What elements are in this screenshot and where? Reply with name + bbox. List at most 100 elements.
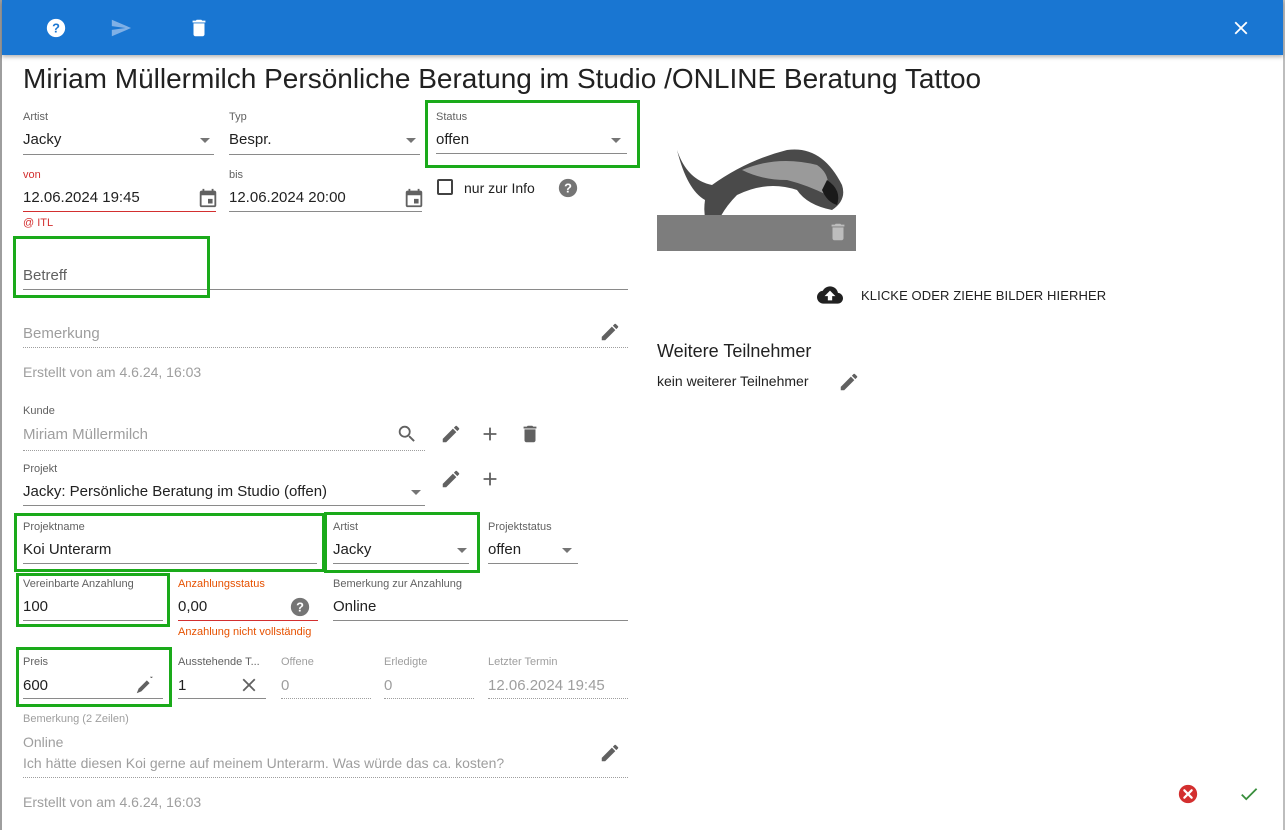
erledigte-value: 0 bbox=[384, 677, 393, 694]
check-icon bbox=[1241, 788, 1258, 801]
help-icon: ? bbox=[290, 597, 310, 617]
status-select[interactable]: Status offen bbox=[436, 111, 627, 155]
bemerkung-anzahlung-input[interactable]: Bemerkung zur Anzahlung Online bbox=[333, 578, 628, 622]
edit-participants-button[interactable] bbox=[837, 370, 861, 394]
von-calendar-button[interactable] bbox=[196, 186, 220, 210]
anzahlungsstatus-value: 0,00 bbox=[178, 598, 208, 615]
pencil-icon bbox=[442, 425, 460, 443]
offene-value: 0 bbox=[281, 677, 290, 694]
kunde-input[interactable]: Kunde Miriam Müllermilch bbox=[23, 405, 425, 451]
anzahlung-help-button[interactable]: ? bbox=[288, 595, 312, 619]
add-kunde-button[interactable] bbox=[478, 422, 502, 446]
cancel-button[interactable] bbox=[1176, 782, 1200, 806]
pipette-icon bbox=[136, 676, 153, 694]
bemerkung-anzahlung-value: Online bbox=[333, 598, 377, 615]
projektname-value: Koi Unterarm bbox=[23, 541, 112, 558]
delete-image-button[interactable] bbox=[827, 221, 849, 243]
pencil-icon bbox=[442, 470, 460, 488]
pencil-icon bbox=[601, 744, 619, 762]
projektname-input[interactable]: Projektname Koi Unterarm bbox=[23, 521, 317, 565]
project-artist-select[interactable]: Artist Jacky bbox=[333, 521, 473, 565]
preis-label: Preis bbox=[23, 656, 49, 668]
nur-zur-info-checkbox[interactable] bbox=[437, 179, 453, 195]
bis-value: 12.06.2024 20:00 bbox=[229, 189, 346, 206]
page-title: Miriam Müllermilch Persönliche Beratung … bbox=[23, 63, 982, 94]
calendar-icon bbox=[405, 188, 423, 208]
help-icon: ? bbox=[558, 178, 578, 198]
appointment-created-info: Erstellt von am 4.6.24, 16:03 bbox=[23, 364, 202, 380]
von-value: 12.06.2024 19:45 bbox=[23, 189, 140, 206]
von-datetime-input[interactable]: von 12.06.2024 19:45 bbox=[23, 169, 216, 213]
edit-kunde-button[interactable] bbox=[439, 422, 463, 446]
offene-label: Offene bbox=[281, 656, 314, 668]
cloud-upload-icon bbox=[817, 286, 843, 304]
projekt-select[interactable]: Projekt Jacky: Persönliche Beratung im S… bbox=[23, 463, 425, 507]
clear-ausstehende-button[interactable] bbox=[237, 673, 261, 697]
letzter-termin-label: Letzter Termin bbox=[488, 656, 558, 668]
typ-value: Bespr. bbox=[229, 131, 272, 148]
status-value: offen bbox=[436, 131, 470, 148]
project-artist-value: Jacky bbox=[333, 541, 372, 558]
bis-label: bis bbox=[229, 169, 244, 181]
bemerkung-input[interactable]: Bemerkung bbox=[23, 320, 628, 348]
svg-text:?: ? bbox=[296, 600, 304, 615]
close-button[interactable] bbox=[1226, 13, 1256, 43]
betreff-input[interactable]: Betreff bbox=[23, 262, 628, 290]
bemerkung-2-line1: Online bbox=[23, 734, 64, 750]
letzter-termin-field: Letzter Termin 12.06.2024 19:45 bbox=[488, 656, 628, 700]
koi-image-thumbnail[interactable] bbox=[657, 140, 856, 251]
send-button[interactable] bbox=[106, 13, 136, 43]
typ-label: Typ bbox=[229, 111, 247, 123]
erledigte-field: Erledigte 0 bbox=[384, 656, 474, 700]
preis-calc-button[interactable] bbox=[133, 673, 157, 697]
delete-icon bbox=[192, 19, 206, 37]
pencil-icon bbox=[601, 323, 619, 341]
typ-select[interactable]: Typ Bespr. bbox=[229, 111, 420, 155]
image-upload-dropzone[interactable]: KLICKE ODER ZIEHE BILDER HIERHER bbox=[813, 282, 1106, 308]
participants-title: Weitere Teilnehmer bbox=[657, 341, 812, 361]
projektstatus-select[interactable]: Projektstatus offen bbox=[488, 521, 578, 565]
project-artist-label: Artist bbox=[333, 521, 359, 533]
info-help-button[interactable]: ? bbox=[556, 176, 580, 200]
anzahlung-helper-text: Anzahlung nicht vollständig bbox=[178, 626, 312, 638]
vereinbarte-anzahlung-label: Vereinbarte Anzahlung bbox=[23, 578, 134, 590]
add-projekt-button[interactable] bbox=[478, 467, 502, 491]
projekt-label: Projekt bbox=[23, 463, 58, 475]
edit-bemerkung-button[interactable] bbox=[598, 320, 622, 344]
search-kunde-button[interactable] bbox=[395, 422, 419, 446]
kunde-label: Kunde bbox=[23, 405, 55, 417]
help-button[interactable]: ? bbox=[41, 13, 71, 43]
bis-calendar-button[interactable] bbox=[402, 186, 426, 210]
edit-projekt-button[interactable] bbox=[439, 467, 463, 491]
offene-field: Offene 0 bbox=[281, 656, 371, 700]
artist-select[interactable]: Artist Jacky bbox=[23, 111, 214, 155]
cancel-icon bbox=[1178, 784, 1198, 804]
vereinbarte-anzahlung-input[interactable]: Vereinbarte Anzahlung 100 bbox=[23, 578, 163, 622]
search-icon bbox=[398, 425, 415, 442]
ausstehende-label: Ausstehende T... bbox=[178, 656, 260, 668]
close-icon bbox=[1234, 21, 1248, 35]
bemerkung-anzahlung-label: Bemerkung zur Anzahlung bbox=[333, 578, 463, 590]
chevron-down-icon bbox=[406, 138, 416, 143]
chevron-down-icon bbox=[611, 138, 621, 143]
projektstatus-value: offen bbox=[488, 541, 522, 558]
project-created-info: Erstellt von am 4.6.24, 16:03 bbox=[23, 794, 202, 810]
chevron-down-icon bbox=[562, 548, 572, 553]
edit-bemerkung-2-button[interactable] bbox=[598, 741, 622, 765]
plus-icon bbox=[483, 472, 497, 486]
kunde-value: Miriam Müllermilch bbox=[23, 426, 149, 443]
bemerkung-2-line2: Ich hätte diesen Koi gerne auf meinem Un… bbox=[23, 755, 505, 771]
bemerkung-2-label: Bemerkung (2 Zeilen) bbox=[23, 713, 129, 725]
bemerkung-2-zeilen-input[interactable]: Bemerkung (2 Zeilen) Online Ich hätte di… bbox=[23, 713, 628, 778]
upload-label: KLICKE ODER ZIEHE BILDER HIERHER bbox=[861, 287, 1107, 303]
delete-button[interactable] bbox=[184, 13, 214, 43]
confirm-button[interactable] bbox=[1237, 782, 1261, 806]
pencil-icon bbox=[840, 373, 858, 391]
artist-label: Artist bbox=[23, 111, 49, 123]
delete-kunde-button[interactable] bbox=[518, 422, 542, 446]
participants-value: kein weiterer Teilnehmer bbox=[657, 373, 809, 389]
projektname-label: Projektname bbox=[23, 521, 85, 533]
plus-icon bbox=[483, 427, 497, 441]
trash-icon bbox=[831, 223, 845, 241]
bis-datetime-input[interactable]: bis 12.06.2024 20:00 bbox=[229, 169, 422, 213]
